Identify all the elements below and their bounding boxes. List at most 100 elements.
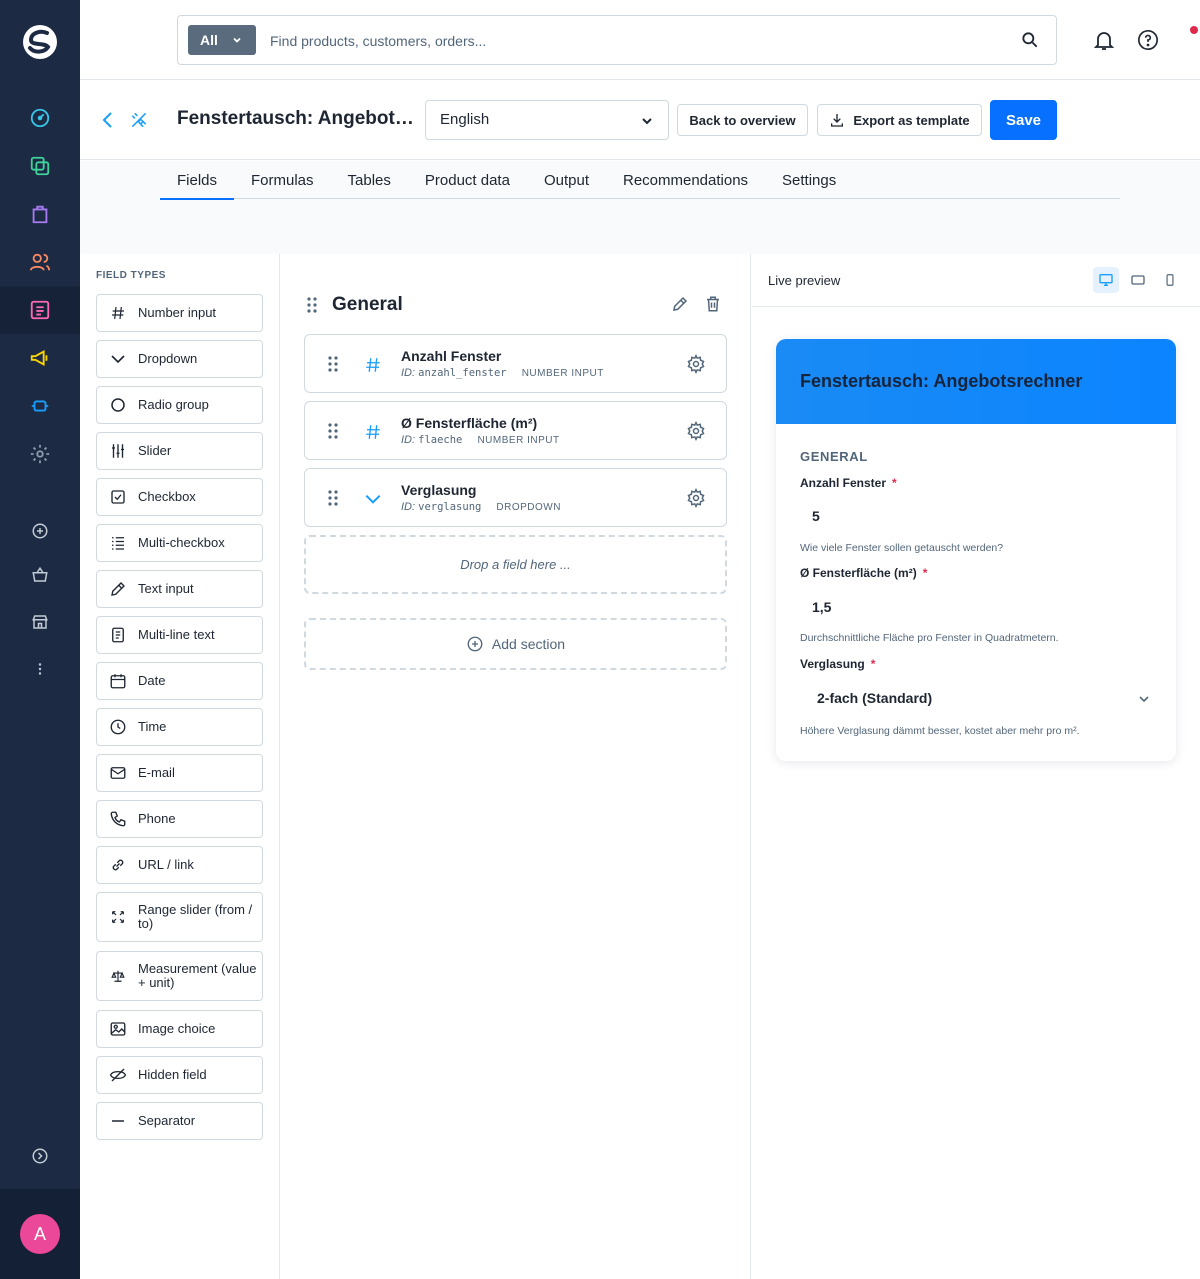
extensions-icon[interactable] (28, 394, 52, 418)
desktop-view-button[interactable] (1093, 267, 1119, 293)
settings-icon[interactable] (28, 442, 52, 466)
field-type-image-choice[interactable]: Image choice (96, 1010, 263, 1048)
tab-recommendations[interactable]: Recommendations (606, 161, 765, 199)
field-type-label: Hidden field (138, 1067, 207, 1082)
back-to-overview-button[interactable]: Back to overview (677, 104, 808, 136)
add-circle-icon[interactable] (28, 519, 52, 543)
drag-handle-icon[interactable] (306, 296, 318, 314)
tab-product-data[interactable]: Product data (408, 161, 527, 199)
field-type-url-link[interactable]: URL / link (96, 846, 263, 884)
phone-icon (108, 809, 128, 829)
marketing-icon[interactable] (28, 346, 52, 370)
orders-icon[interactable] (28, 202, 52, 226)
field-type-multi-checkbox[interactable]: Multi-checkbox (96, 524, 263, 562)
field-type-multi-line-text[interactable]: Multi-line text (96, 616, 263, 654)
smart-bar: Fenstertausch: Angebotsr... English Back… (80, 80, 1200, 160)
search-icon[interactable] (1020, 30, 1040, 50)
chevron-down-icon[interactable] (1138, 693, 1150, 705)
preview-number-input[interactable]: 5 (812, 508, 820, 524)
field-type-label: Radio group (138, 397, 209, 412)
field-type-time[interactable]: Time (96, 708, 263, 746)
search-input[interactable] (270, 28, 990, 54)
search-scope-dropdown[interactable]: All (188, 25, 256, 55)
field-drop-zone[interactable]: Drop a field here ... (304, 535, 727, 594)
top-bar: All (80, 0, 1200, 80)
field-card[interactable]: Verglasung ID: verglasung DROPDOWN (304, 468, 727, 527)
gear-icon[interactable] (686, 488, 706, 508)
section-title: General (332, 294, 403, 315)
gear-icon[interactable] (686, 354, 706, 374)
field-types-panel: FIELD TYPES Number input Dropdown Radio … (80, 254, 280, 1279)
basket-icon[interactable] (28, 563, 52, 587)
shopware-logo-icon[interactable] (20, 22, 60, 62)
field-type-label: Dropdown (138, 351, 198, 366)
field-card[interactable]: Ø Fensterfläche (m²) ID: flaeche NUMBER … (304, 401, 727, 460)
save-label: Save (1005, 111, 1042, 129)
field-type-e-mail[interactable]: E-mail (96, 754, 263, 792)
field-type-label: E-mail (138, 765, 175, 780)
add-section-button[interactable]: Add section (304, 618, 727, 670)
save-button[interactable]: Save (990, 100, 1057, 140)
avatar[interactable]: A (20, 1214, 60, 1254)
tab-fields[interactable]: Fields (160, 161, 235, 200)
field-type-date[interactable]: Date (96, 662, 263, 700)
gear-icon[interactable] (686, 421, 706, 441)
field-type-hidden-field[interactable]: Hidden field (96, 1056, 263, 1094)
field-type-checkbox[interactable]: Checkbox (96, 478, 263, 516)
field-type-dropdown[interactable]: Dropdown (96, 340, 263, 378)
tab-output[interactable]: Output (527, 161, 606, 199)
link-icon (108, 855, 128, 875)
preview-field-label: Verglasung * (800, 657, 875, 671)
bell-icon[interactable] (1092, 28, 1116, 52)
preview-field-label: Anzahl Fenster * (800, 476, 897, 490)
field-meta: ID: anzahl_fenster NUMBER INPUT (401, 367, 604, 379)
customers-icon[interactable] (28, 250, 52, 274)
language-select[interactable]: English (425, 100, 669, 140)
field-name: Verglasung (401, 482, 477, 498)
field-type-slider[interactable]: Slider (96, 432, 263, 470)
field-builder: General Anzahl Fenster ID: anzahl_fenste… (280, 254, 751, 1279)
dashboard-icon[interactable] (28, 106, 52, 130)
store-icon[interactable] (28, 610, 52, 634)
preview-dropdown[interactable]: 2-fach (Standard) (817, 690, 932, 706)
field-type-label: Phone (138, 811, 176, 826)
trash-icon[interactable] (704, 295, 722, 313)
tab-settings[interactable]: Settings (765, 161, 853, 199)
field-type-measurement[interactable]: Measurement (value + unit) (96, 951, 263, 1001)
chevron-down-icon (642, 118, 652, 125)
clock-icon (108, 717, 128, 737)
drag-handle-icon[interactable] (327, 355, 339, 373)
tab-tables[interactable]: Tables (331, 161, 408, 199)
export-template-button[interactable]: Export as template (817, 104, 982, 136)
field-card[interactable]: Anzahl Fenster ID: anzahl_fenster NUMBER… (304, 334, 727, 393)
pencil-icon[interactable] (671, 295, 689, 313)
tab-formulas[interactable]: Formulas (234, 161, 331, 199)
preview-field-label-text: Ø Fensterfläche (m²) (800, 566, 917, 580)
field-type-label: URL / link (138, 857, 194, 872)
field-type-radio-group[interactable]: Radio group (96, 386, 263, 424)
field-type-phone[interactable]: Phone (96, 800, 263, 838)
help-icon[interactable] (1137, 29, 1159, 51)
field-type-range-slider[interactable]: Range slider (from / to) (96, 892, 263, 942)
field-type-number-input[interactable]: Number input (96, 294, 263, 332)
content-icon[interactable] (28, 298, 52, 322)
live-preview-title: Live preview (768, 273, 841, 288)
back-chevron-icon[interactable] (100, 110, 116, 130)
field-id: flaeche (418, 434, 463, 446)
preview-number-input[interactable]: 1,5 (812, 599, 831, 615)
monitor-icon (1099, 274, 1113, 286)
field-name: Anzahl Fenster (401, 348, 502, 364)
drag-handle-icon[interactable] (327, 489, 339, 507)
mobile-view-button[interactable] (1157, 267, 1183, 293)
language-value: English (440, 111, 490, 128)
scale-icon (108, 966, 128, 986)
tablet-view-button[interactable] (1125, 267, 1151, 293)
field-type-separator[interactable]: Separator (96, 1102, 263, 1140)
drag-handle-icon[interactable] (327, 422, 339, 440)
expand-nav-icon[interactable] (28, 1144, 52, 1168)
sliders-icon (108, 441, 128, 461)
catalogue-icon[interactable] (28, 154, 52, 178)
field-id-label: ID: (401, 501, 416, 513)
field-type-text-input[interactable]: Text input (96, 570, 263, 608)
more-icon[interactable] (28, 657, 52, 681)
